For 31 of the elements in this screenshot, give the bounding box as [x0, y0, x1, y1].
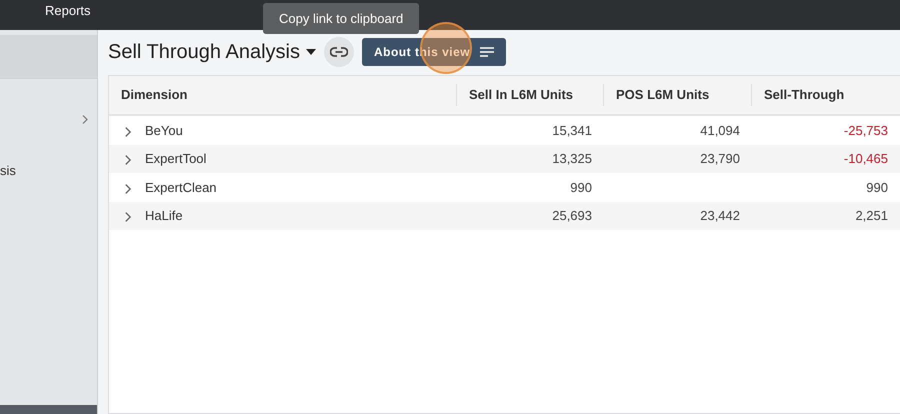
table-cell-text: 2,251 — [855, 208, 889, 224]
column-header: Dimension — [120, 86, 188, 104]
column-header: Sell-Through — [751, 84, 899, 106]
table-cell: ExpertClean — [145, 180, 217, 195]
expand-toggle[interactable] — [123, 154, 133, 166]
table-cell: HaLife — [145, 208, 183, 224]
expand-toggle[interactable] — [123, 211, 133, 224]
table-cell-text: -10,465 — [844, 151, 889, 166]
table-cell: BeYou — [145, 122, 183, 138]
table-cell-text: 23,442 — [700, 208, 741, 224]
link-icon — [330, 47, 348, 57]
table-cell-text: 990 — [866, 180, 889, 195]
table-cell-text: 13,325 — [552, 151, 593, 166]
table-cell-text: -25,753 — [844, 122, 889, 138]
tooltip: Copy link to clipboard — [263, 3, 420, 34]
column-header: POS L6M Units — [603, 84, 751, 106]
table-cell-text: 990 — [570, 180, 593, 195]
view-title: Sell Through Analysis — [108, 40, 300, 64]
menu-icon — [480, 47, 494, 57]
nav-link[interactable]: Reports — [45, 2, 91, 18]
table-cell-text: 23,790 — [700, 151, 741, 166]
column-header: Sell In L6M Units — [456, 84, 603, 106]
table-cell-text: 25,693 — [552, 208, 593, 224]
expand-toggle[interactable] — [123, 126, 133, 138]
table-cell: ExpertTool — [145, 151, 206, 166]
table-cell-text: 41,094 — [700, 122, 741, 138]
expand-toggle[interactable] — [123, 182, 133, 195]
sidebar-item[interactable]: sis — [0, 159, 16, 178]
table-cell-text: 15,341 — [552, 122, 593, 138]
copy-link-button[interactable] — [324, 37, 354, 67]
caret-icon[interactable] — [306, 49, 316, 55]
